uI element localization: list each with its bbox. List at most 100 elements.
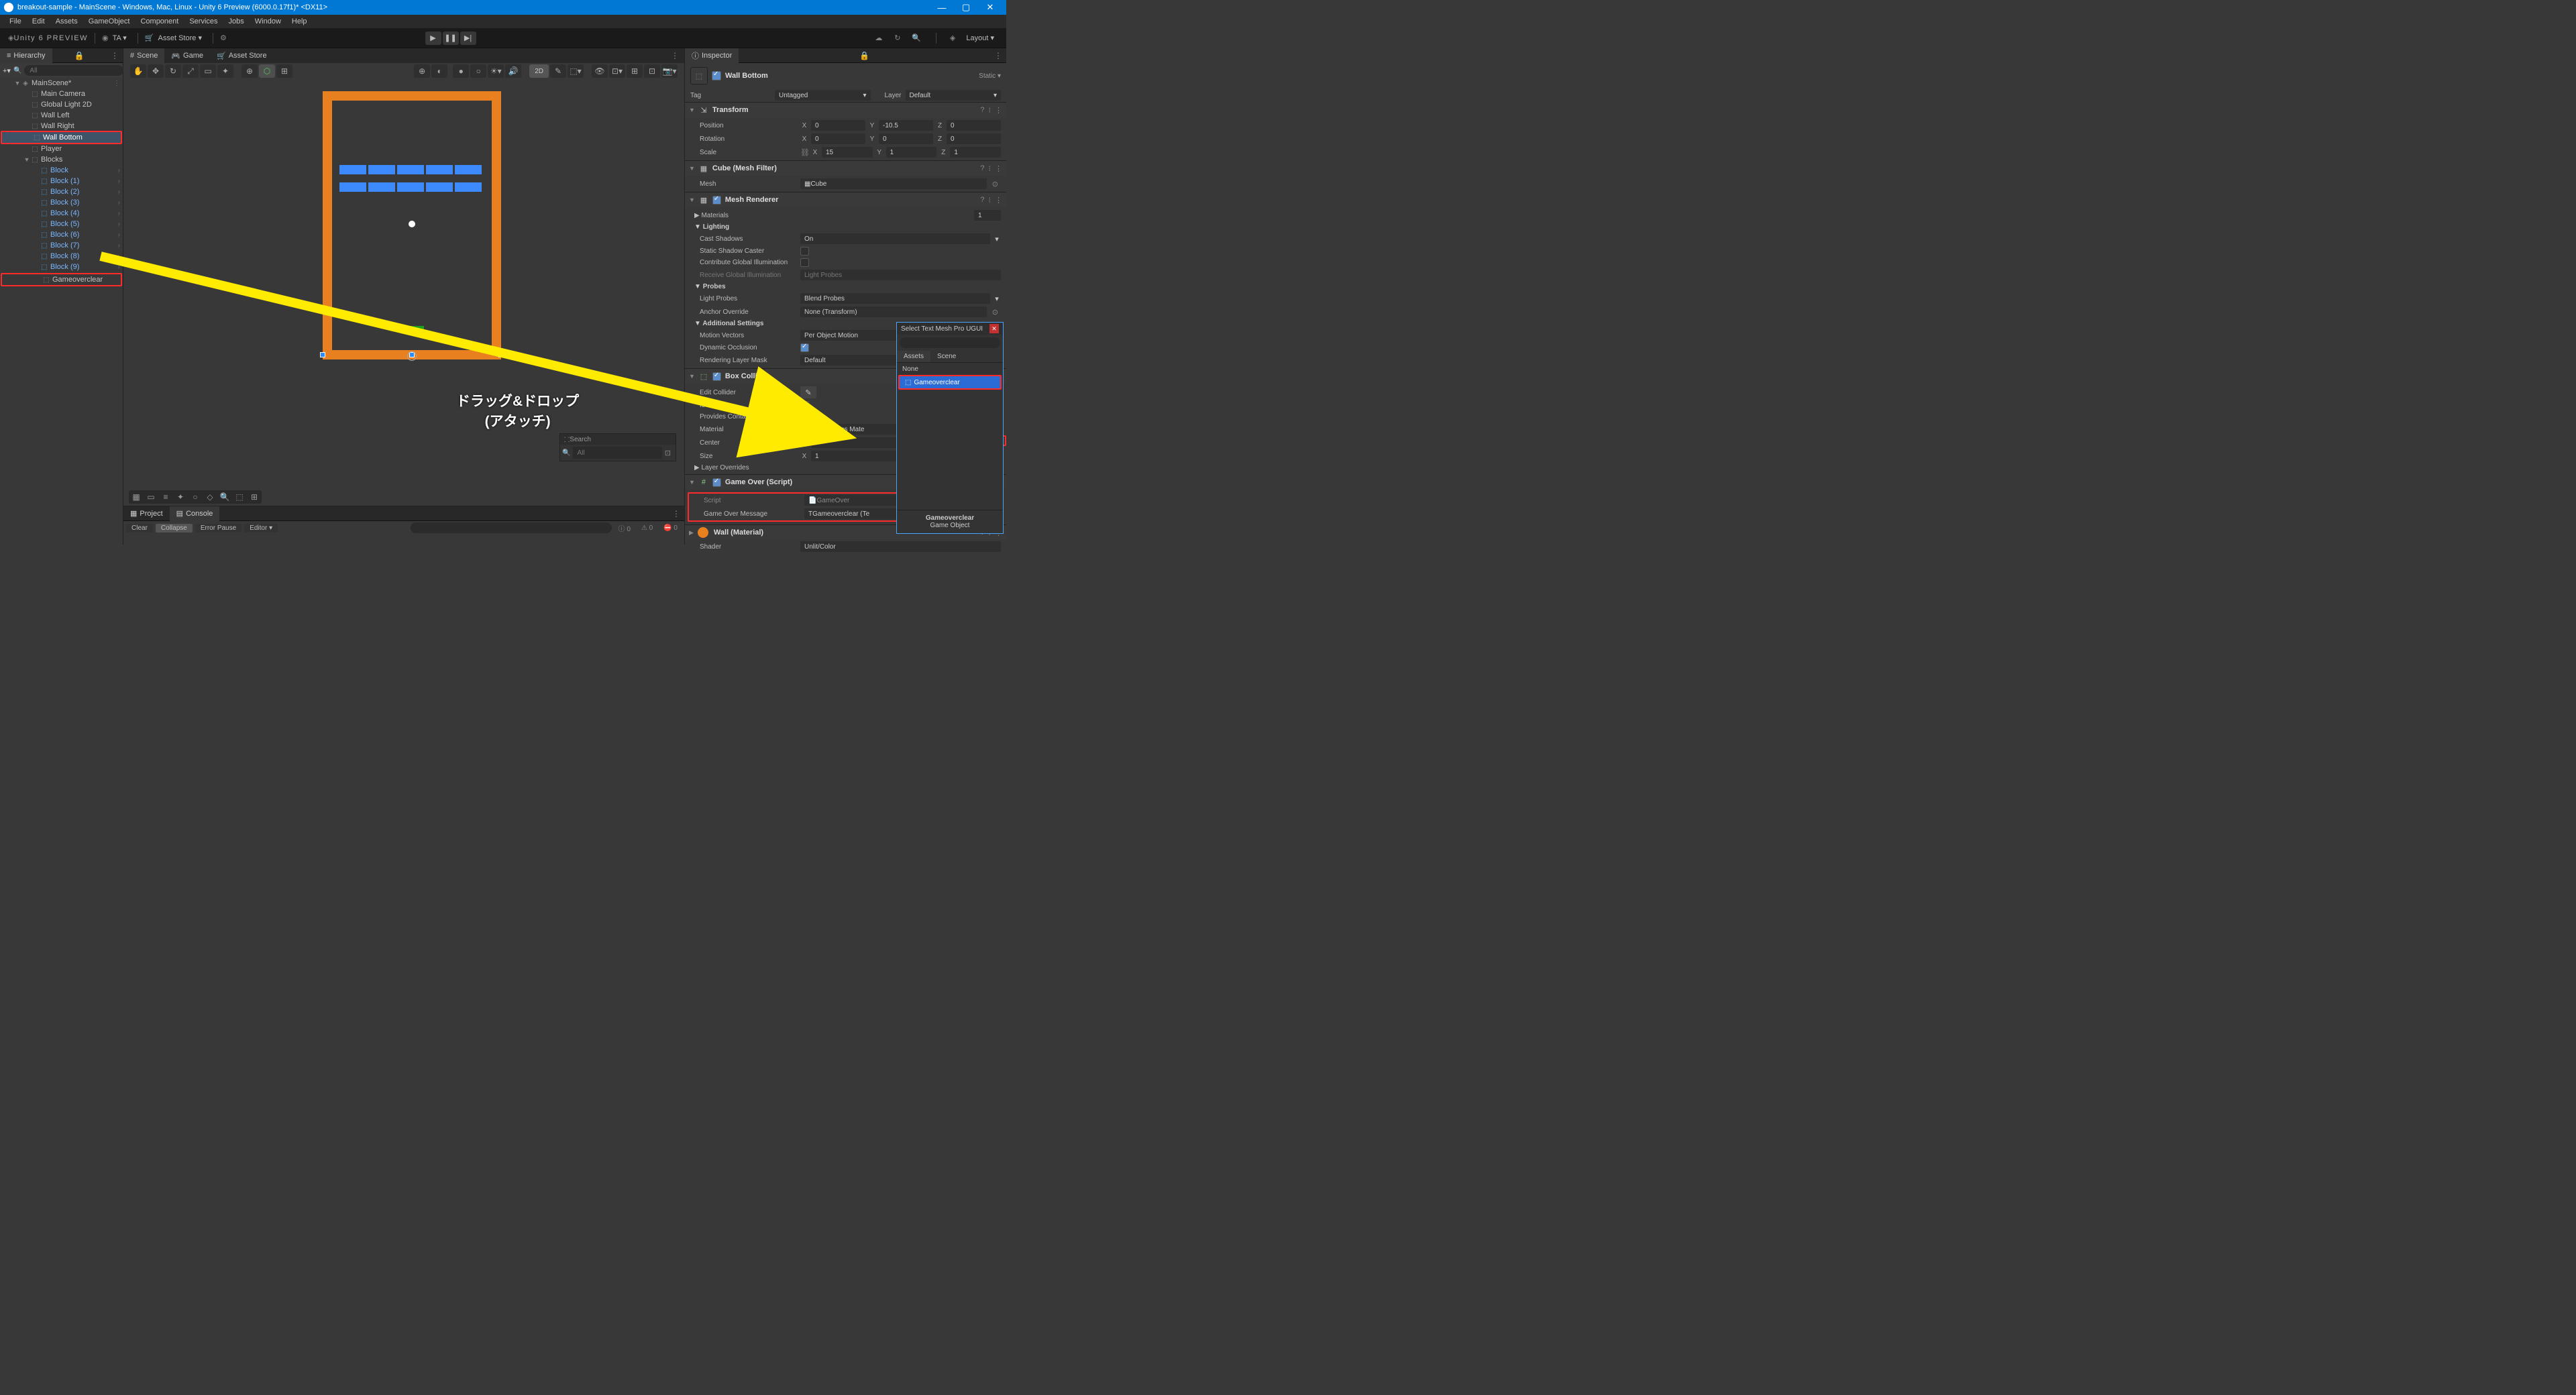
gizmo-2[interactable]: ⬚▾ [568, 64, 584, 78]
shaded-mode[interactable]: ◐ [431, 64, 447, 78]
console-search-input[interactable] [411, 522, 612, 533]
play-button[interactable]: ▶ [425, 32, 441, 45]
edit-collider-button[interactable]: ✎ [800, 386, 816, 398]
istrigger-checkbox[interactable] [800, 401, 809, 410]
tab-console[interactable]: ▤ Console [170, 506, 220, 521]
tool-rotate[interactable]: ↻ [165, 64, 181, 78]
error-count-icon[interactable]: ⛔ 0 [659, 524, 682, 532]
overlay-3[interactable]: 📷▾ [661, 64, 678, 78]
meshrenderer-header[interactable]: ▼▦ Mesh Renderer ?⁝⋮ [685, 192, 1006, 207]
materials-count[interactable]: 1 [974, 210, 1001, 221]
object-icon[interactable]: ⬚ [690, 67, 708, 85]
help-icon[interactable]: ? [980, 106, 984, 115]
tab-inspector[interactable]: ⓘ Inspector [685, 48, 739, 63]
object-name-label[interactable]: Wall Bottom [725, 72, 768, 80]
tree-item[interactable]: ⬚Main Camera [0, 89, 123, 99]
menu-services[interactable]: Services [184, 17, 223, 25]
bottomtool-8[interactable]: ⬚ [232, 490, 247, 504]
pos-z-input[interactable]: 0 [947, 120, 1001, 131]
tree-item[interactable]: ⬚Wall Left [0, 110, 123, 121]
pos-x-input[interactable]: 0 [811, 120, 865, 131]
tree-item[interactable]: ⬚Player [0, 144, 123, 154]
picker-icon[interactable]: ⊙ [989, 308, 1001, 317]
bottomtool-2[interactable]: ▭ [144, 490, 158, 504]
menu-gameobject[interactable]: GameObject [83, 17, 136, 25]
tree-item[interactable]: ⬚Block (2)› [0, 186, 123, 197]
tab-scene[interactable]: # Scene [123, 48, 164, 63]
ssc-checkbox[interactable] [800, 247, 809, 256]
2d-toggle[interactable]: 2D [529, 64, 549, 78]
tab-hierarchy[interactable]: ≡ Hierarchy [0, 48, 52, 63]
account-dropdown[interactable]: TA ▾ [109, 34, 131, 42]
object-active-checkbox[interactable] [712, 71, 721, 80]
overlay-2[interactable]: ⊡ [644, 64, 660, 78]
draw-mode[interactable]: ⊕ [414, 64, 430, 78]
local-toggle[interactable]: ⬡ [259, 64, 275, 78]
account-icon[interactable]: ◉ [102, 34, 109, 42]
meshfilter-header[interactable]: ▼▦ Cube (Mesh Filter) ?⁝⋮ [685, 161, 1006, 176]
tree-item[interactable]: ⬚Block (5)› [0, 219, 123, 229]
pause-button[interactable]: ❚❚ [443, 32, 459, 45]
tree-item[interactable]: ⬚Block (7)› [0, 240, 123, 251]
fx-toggle[interactable]: ○ [470, 64, 486, 78]
castshadows-dropdown[interactable]: On [800, 233, 990, 244]
camera-toggle[interactable]: 👁 [592, 64, 608, 78]
tab-assetstore[interactable]: 🛒 Asset Store [210, 48, 274, 63]
pos-y-input[interactable]: -10.5 [879, 120, 933, 131]
tree-item[interactable]: ⬚Global Light 2D [0, 99, 123, 110]
console-editor-button[interactable]: Editor ▾ [244, 524, 278, 533]
history-icon[interactable]: ↻ [892, 32, 904, 44]
menu-edit[interactable]: Edit [27, 17, 50, 25]
menu-file[interactable]: File [4, 17, 27, 25]
tool-hand[interactable]: ✋ [130, 64, 146, 78]
menu-component[interactable]: Component [135, 17, 184, 25]
bottomtool-3[interactable]: ≡ [158, 490, 173, 504]
bottomtool-4[interactable]: ✦ [173, 490, 188, 504]
minimize-button[interactable]: — [930, 0, 954, 15]
tree-item-gameoverclear[interactable]: ⬚Gameoverclear [2, 274, 121, 285]
scale-z-input[interactable]: 1 [950, 147, 1001, 158]
console-errorpause-button[interactable]: Error Pause [195, 524, 241, 533]
skybox-toggle[interactable]: ● [453, 64, 469, 78]
scene-search-input[interactable] [573, 447, 661, 459]
pivot-toggle[interactable]: ⊕ [241, 64, 258, 78]
transform-header[interactable]: ▼⇲ Transform ?⁝⋮ [685, 103, 1006, 117]
menu-assets[interactable]: Assets [50, 17, 83, 25]
menu-jobs[interactable]: Jobs [223, 17, 250, 25]
mesh-field[interactable]: ▦ Cube [800, 178, 987, 189]
inspector-lock-icon[interactable]: 🔒 [855, 51, 873, 60]
inspector-more-icon[interactable]: ⋮ [990, 51, 1006, 60]
hierarchy-search-input[interactable] [24, 65, 123, 76]
scale-y-input[interactable]: 1 [886, 147, 937, 158]
hierarchy-tree[interactable]: ▼◈MainScene*⋮ ⬚Main Camera ⬚Global Light… [0, 78, 123, 545]
tree-item[interactable]: ⬚Wall Right [0, 121, 123, 131]
shader-dropdown[interactable]: Unlit/Color [800, 541, 1001, 552]
tree-item[interactable]: ⬚Block (1)› [0, 176, 123, 186]
more-icon[interactable]: ⋮ [995, 106, 1002, 115]
hierarchy-add-icon[interactable]: 🔒 [70, 51, 89, 60]
audio-toggle[interactable]: 🔊 [505, 64, 521, 78]
tree-item[interactable]: ⬚Block (9)› [0, 262, 123, 272]
gameover-enable[interactable] [712, 478, 721, 487]
tree-item[interactable]: ⬚Block (3)› [0, 197, 123, 208]
link-icon[interactable]: ⛓ [800, 148, 808, 157]
tag-dropdown[interactable]: Untagged▾ [775, 90, 871, 101]
layer-dropdown[interactable]: Default▾ [906, 90, 1002, 101]
scale-x-input[interactable]: 15 [822, 147, 873, 158]
menu-help[interactable]: Help [286, 17, 313, 25]
maximize-button[interactable]: ▢ [954, 0, 978, 15]
picker-close-button[interactable]: ✕ [989, 324, 999, 333]
provides-checkbox[interactable] [800, 412, 809, 421]
static-dropdown[interactable]: Static ▾ [979, 72, 1001, 80]
bottomtool-9[interactable]: ⊞ [247, 490, 262, 504]
console-collapse-button[interactable]: Collapse [156, 524, 193, 533]
picker-icon[interactable]: ⊙ [989, 180, 1001, 188]
hierarchy-more-icon[interactable]: ⋮ [107, 51, 123, 60]
scene-row[interactable]: ▼◈MainScene*⋮ [0, 78, 123, 89]
cloud-icon[interactable]: ☁ [873, 32, 885, 44]
step-button[interactable]: ▶| [460, 32, 476, 45]
tool-transform[interactable]: ✦ [217, 64, 233, 78]
meshrenderer-enable[interactable] [712, 196, 721, 205]
grid-snap[interactable]: ⊞ [276, 64, 292, 78]
bottomtool-1[interactable]: ▦ [129, 490, 144, 504]
